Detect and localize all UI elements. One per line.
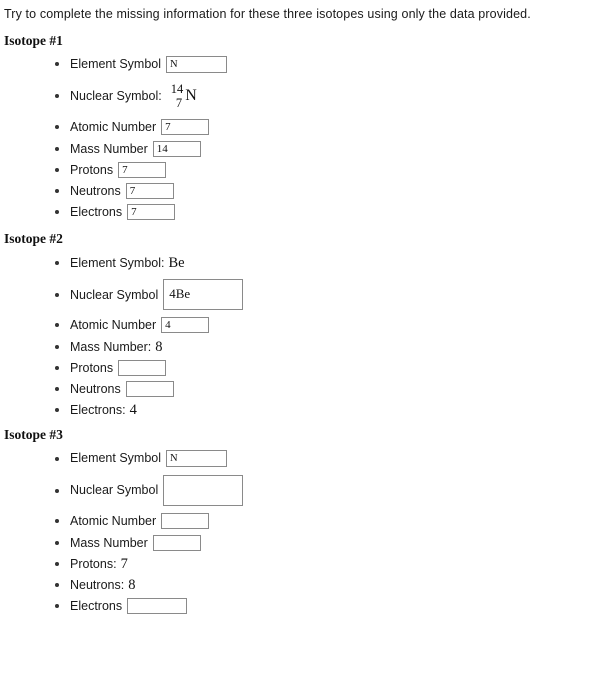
isotope-2-electrons-row: Electrons: 4 [4,400,597,421]
element-symbol-label: Element Symbol [70,57,162,72]
isotope-1-nuclear-symbol-notation: 14 7 N [171,83,197,109]
isotope-1-mass-number-input[interactable]: 14 [152,140,201,157]
isotope-3-field-list: Element Symbol N Nuclear Symbol Atomic N… [4,446,597,617]
atomic-number-label: Atomic Number [70,119,157,134]
isotope-2-atomic-number-input[interactable]: 4 [161,317,210,334]
mass-number-label: Mass Number [70,141,148,156]
isotope-2-neutrons-input[interactable] [125,381,174,398]
isotope-2-nuclear-symbol-row: Nuclear Symbol 4Be [4,276,597,314]
bullet-icon [55,62,59,67]
isotope-2-heading: Isotope #2 [4,231,63,247]
electrons-label: Electrons [70,204,123,219]
bullet-icon [55,345,59,350]
bullet-icon [55,541,59,546]
isotope-3-protons-row: Protons: 7 [4,554,597,575]
bullet-icon [55,488,59,493]
isotope-1-neutrons-input[interactable]: 7 [125,182,174,199]
isotope-3-nuclear-symbol-input[interactable] [163,475,244,507]
isotope-2-nuclear-symbol-input[interactable]: 4Be [163,279,244,311]
isotope-2-protons-input[interactable] [118,360,167,377]
neutrons-label: Neutrons: [70,577,125,592]
bullet-icon [55,146,59,151]
bullet-icon [55,188,59,193]
isotope-1-mass-number-row: Mass Number 14 [4,138,597,159]
nuclear-symbol-label: Nuclear Symbol [70,483,159,498]
isotope-2-neutrons-row: Neutrons [4,379,597,400]
isotope-1-element-symbol-row: Element Symbol N [4,51,597,77]
isotope-3-nuclear-symbol-row: Nuclear Symbol [4,472,597,510]
isotope-1-protons-row: Protons 7 [4,159,597,180]
mass-number-label: Mass Number [70,535,148,550]
isotope-3-element-symbol-input[interactable]: N [166,450,228,468]
isotope-1-atomic-number-row: Atomic Number 7 [4,115,597,138]
isotope-2-element-symbol-value: Be [168,254,185,271]
instructions-text: Try to complete the missing information … [4,7,531,21]
isotope-2-protons-row: Protons [4,358,597,379]
isotope-3-heading: Isotope #3 [4,426,63,442]
isotope-1-heading: Isotope #1 [4,32,63,48]
isotope-3-protons-value: 7 [120,555,128,572]
atomic-number-subscript: 7 [175,95,183,110]
mass-atomic-number-stack: 14 7 [171,83,184,109]
bullet-icon [55,167,59,172]
isotope-3-neutrons-value: 8 [128,576,136,593]
isotope-1-nuclear-symbol-row: Nuclear Symbol: 14 7 N [4,77,597,115]
electrons-label: Electrons: [70,403,126,418]
isotope-2-field-list: Element Symbol: Be Nuclear Symbol 4Be At… [4,250,597,421]
bullet-icon [55,366,59,371]
isotope-3-mass-number-row: Mass Number [4,533,597,554]
isotope-2-atomic-number-row: Atomic Number 4 [4,314,597,337]
bullet-icon [55,124,59,129]
isotope-3-electrons-input[interactable] [127,598,188,615]
bullet-icon [55,562,59,567]
bullet-icon [55,209,59,214]
isotope-1-electrons-input[interactable]: 7 [127,203,176,220]
bullet-icon [55,260,59,265]
isotope-1-electrons-row: Electrons 7 [4,201,597,222]
element-letter: N [185,87,197,105]
isotope-3-element-symbol-row: Element Symbol N [4,446,597,472]
isotope-3-atomic-number-row: Atomic Number [4,510,597,533]
protons-label: Protons: [70,556,117,571]
element-symbol-label: Element Symbol [70,451,162,466]
isotope-3-electrons-row: Electrons [4,596,597,617]
isotope-1-atomic-number-input[interactable]: 7 [161,118,210,135]
isotope-3-atomic-number-input[interactable] [161,513,210,530]
bullet-icon [55,94,59,99]
protons-label: Protons [70,361,114,376]
bullet-icon [55,583,59,588]
protons-label: Protons [70,162,114,177]
isotope-2-mass-number-value: 8 [155,339,163,356]
bullet-icon [55,519,59,524]
isotope-2-element-symbol-row: Element Symbol: Be [4,250,597,276]
mass-number-superscript: 14 [170,82,184,97]
isotope-2-mass-number-row: Mass Number: 8 [4,337,597,358]
isotope-2-electrons-value: 4 [129,402,137,419]
mass-number-label: Mass Number: [70,340,152,355]
bullet-icon [55,323,59,328]
worksheet-page: Try to complete the missing information … [0,0,597,617]
isotope-1-field-list: Element Symbol N Nuclear Symbol: 14 7 N … [4,51,597,222]
bullet-icon [55,292,59,297]
atomic-number-label: Atomic Number [70,318,157,333]
bullet-icon [55,387,59,392]
isotope-1-protons-input[interactable]: 7 [118,161,167,178]
bullet-icon [55,408,59,413]
isotope-3-mass-number-input[interactable] [152,535,201,552]
bullet-icon [55,604,59,609]
neutrons-label: Neutrons [70,183,121,198]
isotope-3-neutrons-row: Neutrons: 8 [4,575,597,596]
nuclear-symbol-label: Nuclear Symbol: [70,89,162,104]
isotope-1-element-symbol-input[interactable]: N [166,55,228,73]
bullet-icon [55,456,59,461]
atomic-number-label: Atomic Number [70,513,157,528]
neutrons-label: Neutrons [70,382,121,397]
nuclear-symbol-label: Nuclear Symbol [70,287,159,302]
isotope-1-neutrons-row: Neutrons 7 [4,180,597,201]
element-symbol-label: Element Symbol: [70,255,165,270]
electrons-label: Electrons [70,598,123,613]
